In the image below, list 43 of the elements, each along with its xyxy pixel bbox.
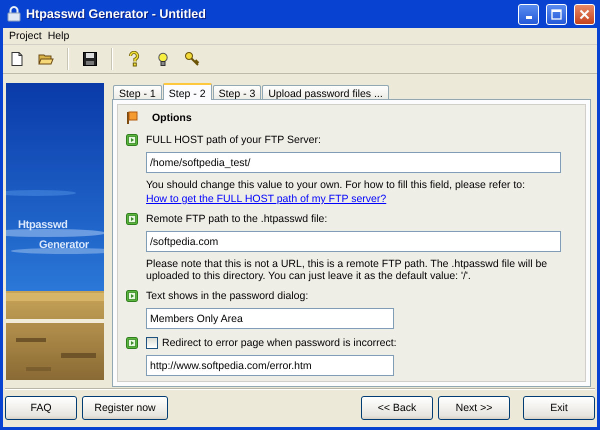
tab[interactable]: Step - 1 xyxy=(113,85,162,99)
dialog-button[interactable]: Register now xyxy=(82,396,168,420)
maximize-button[interactable] xyxy=(546,4,567,24)
help-text: You should change this value to your own. For how to fill this field, please refer to: xyxy=(146,179,526,191)
flag-icon xyxy=(126,111,138,125)
text-field[interactable]: /softpedia.com xyxy=(146,231,561,252)
arrow-icon xyxy=(126,134,138,146)
section-title: Options xyxy=(152,112,192,124)
arrow-icon xyxy=(126,213,138,225)
option-label: Redirect to error page when password is incorrect: xyxy=(162,337,397,349)
option-label: Remote FTP path to the .htpasswd file: xyxy=(146,213,328,225)
text-field[interactable]: http://www.softpedia.com/error.htm xyxy=(146,355,394,376)
menu-item[interactable]: Help xyxy=(44,30,72,42)
new-file-icon[interactable] xyxy=(9,51,25,67)
close-icon xyxy=(579,8,590,20)
minimize-icon xyxy=(526,16,532,18)
maximize-icon xyxy=(551,8,562,20)
text-field[interactable]: /home/softpedia_test/ xyxy=(146,152,561,173)
save-icon[interactable] xyxy=(82,51,98,67)
banner-text: Htpasswd xyxy=(18,219,68,231)
dialog-button[interactable]: Exit xyxy=(523,396,595,420)
dialog-button[interactable]: FAQ xyxy=(5,396,77,420)
lock-icon xyxy=(7,6,21,22)
help-link[interactable]: How to get the FULL HOST path of my FTP server? xyxy=(146,193,386,205)
window-title: Htpasswd Generator - Untitled xyxy=(26,7,207,21)
option-label: FULL HOST path of your FTP Server: xyxy=(146,134,321,146)
close-button[interactable] xyxy=(574,4,595,24)
arrow-icon xyxy=(126,337,138,349)
question-mark-icon[interactable] xyxy=(126,51,142,67)
banner-text: Generator xyxy=(39,239,89,251)
arrow-icon xyxy=(126,290,138,302)
help-text: Please note that this is not a URL, this is a remote FTP path. The .htpasswd file will be uploaded to this directory. You can just leave it as the default value: '/'. xyxy=(146,258,548,282)
tab[interactable]: Upload password files ... xyxy=(262,85,389,99)
tab[interactable]: Step - 2 xyxy=(162,83,212,100)
minimize-button[interactable] xyxy=(518,4,539,24)
tab[interactable]: Step - 3 xyxy=(212,85,262,99)
text-field[interactable]: Members Only Area xyxy=(146,308,394,329)
dialog-button[interactable]: Next >> xyxy=(438,396,510,420)
checkbox[interactable] xyxy=(146,337,158,349)
key-icon[interactable] xyxy=(184,51,200,67)
option-label: Text shows in the password dialog: xyxy=(146,290,308,302)
menu-item[interactable]: Project xyxy=(6,30,45,42)
dialog-button[interactable]: << Back xyxy=(361,396,433,420)
